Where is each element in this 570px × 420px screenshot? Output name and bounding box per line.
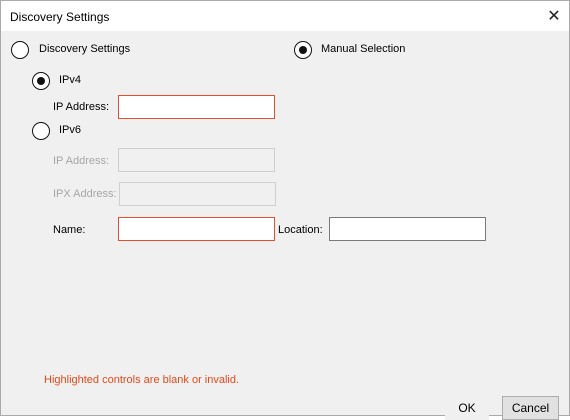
ipv6-ip-address-label: IP Address: — [53, 155, 110, 167]
manual-selection-label: Manual Selection — [321, 43, 406, 55]
location-input[interactable] — [329, 217, 486, 241]
window-title: Discovery Settings — [10, 10, 110, 24]
ipv6-label: IPv6 — [59, 124, 82, 136]
name-input[interactable] — [118, 217, 275, 241]
ipv6-ip-address-input[interactable] — [118, 148, 275, 172]
ipx-address-input[interactable] — [119, 182, 276, 206]
name-label: Name: — [53, 224, 86, 236]
ipv4-radio[interactable] — [32, 72, 50, 90]
discovery-settings-label: Discovery Settings — [39, 43, 131, 55]
discovery-settings-radio[interactable] — [11, 41, 29, 59]
ipv4-label: IPv4 — [59, 74, 82, 86]
discovery-settings-dialog: Discovery Settings ✕ Discovery Settings … — [0, 0, 570, 420]
ipv6-radio[interactable] — [32, 122, 50, 140]
close-icon[interactable]: ✕ — [539, 1, 569, 31]
location-label: Location: — [278, 224, 323, 236]
ipv4-ip-address-label: IP Address: — [53, 101, 110, 113]
ipv4-ip-address-input[interactable] — [118, 95, 275, 119]
ok-button[interactable]: OK — [445, 396, 489, 420]
ipx-address-label: IPX Address: — [53, 188, 117, 200]
validation-error-message: Highlighted controls are blank or invali… — [44, 374, 240, 386]
cancel-button[interactable]: Cancel — [502, 396, 559, 420]
manual-selection-radio[interactable] — [294, 41, 312, 59]
title-bar: Discovery Settings ✕ — [1, 1, 569, 31]
